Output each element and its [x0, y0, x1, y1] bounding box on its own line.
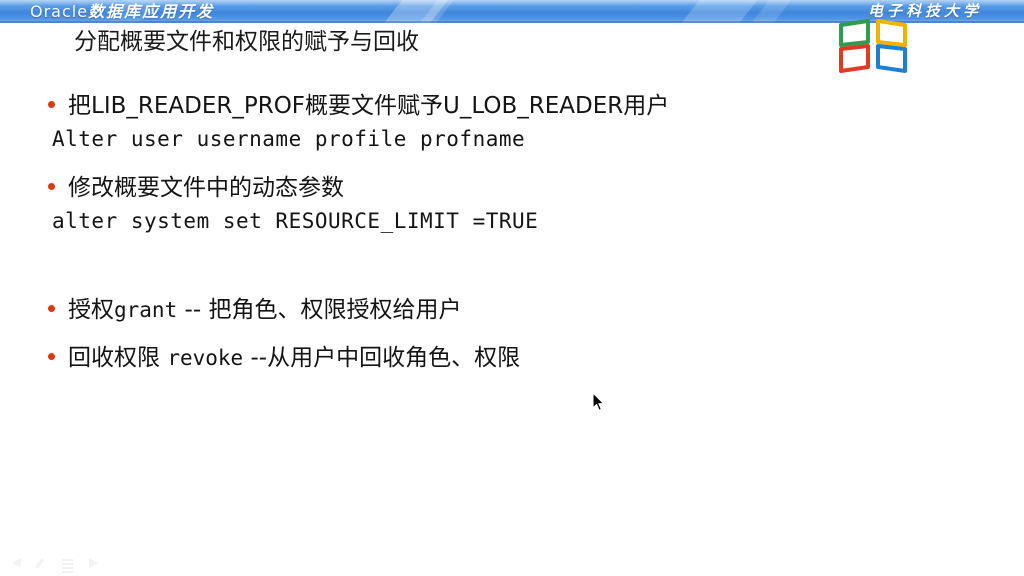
bullet-tail-text: -- 把角色、权限授权给用户: [177, 297, 462, 323]
bullet-dot-icon: [48, 353, 55, 360]
course-brand-latin: Oracle: [30, 2, 89, 21]
slideshow-menu-icon[interactable]: [60, 557, 76, 573]
bullet-item: 把LIB_READER_PROF概要文件赋予U_LOB_READER用户: [48, 90, 669, 122]
bullet-item: 修改概要文件中的动态参数: [48, 172, 344, 204]
bullet-dot-icon: [48, 305, 55, 312]
bullet-label: 授权grant -- 把角色、权限授权给用户: [68, 294, 461, 326]
bullet-keyword: revoke: [167, 346, 244, 370]
bullet-label: 把LIB_READER_PROF概要文件赋予U_LOB_READER用户: [68, 93, 670, 119]
course-brand-title: Oracle数据库应用开发: [30, 1, 214, 22]
bullet-lead-text: 授权: [68, 297, 114, 323]
bullet-dot-icon: [48, 101, 55, 108]
slide-canvas: Oracle数据库应用开发 电子科技大学 分配概要文件和权限的赋予与回收 把LI…: [0, 0, 1024, 576]
previous-slide-icon[interactable]: [10, 557, 26, 570]
bullet-label: 回收权限 revoke --从用户中回收角色、权限: [68, 342, 520, 374]
presentation-controls[interactable]: [10, 557, 101, 573]
bullet-tail-text: --从用户中回收角色、权限: [243, 345, 521, 371]
bullet-item: 回收权限 revoke --从用户中回收角色、权限: [48, 342, 520, 374]
uestc-logo: [838, 18, 908, 76]
uestc-four-square-book-icon: [839, 19, 907, 73]
bullet-keyword: grant: [114, 298, 178, 322]
next-slide-icon[interactable]: [85, 557, 101, 570]
mouse-pointer-icon: [592, 391, 606, 412]
bullet-lead-text: 回收权限: [68, 345, 168, 371]
slide-title: 分配概要文件和权限的赋予与回收: [74, 29, 419, 55]
bullet-label: 修改概要文件中的动态参数: [68, 175, 344, 201]
course-brand-chinese: 数据库应用开发: [88, 2, 215, 21]
pen-tool-icon[interactable]: [34, 557, 51, 570]
bullet-item: 授权grant -- 把角色、权限授权给用户: [48, 294, 461, 326]
code-line: alter system set RESOURCE_LIMIT =TRUE: [52, 209, 539, 233]
bullet-dot-icon: [48, 183, 55, 190]
code-line: Alter user username profile profname: [52, 127, 526, 151]
